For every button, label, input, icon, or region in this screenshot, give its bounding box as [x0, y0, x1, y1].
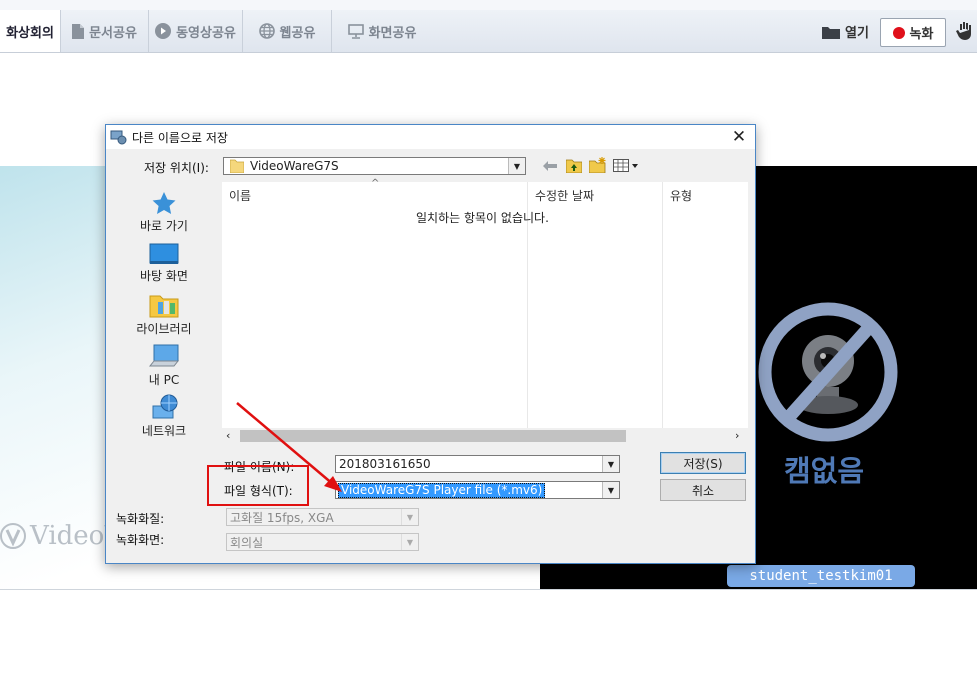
raise-hand-button[interactable] [956, 21, 974, 41]
globe-icon [258, 23, 275, 39]
scroll-left-icon[interactable]: ‹ [226, 429, 230, 442]
desktop-icon [149, 243, 179, 264]
filetype-dropdown[interactable]: VideoWareG7S Player file (*.mv6) ▼ [335, 481, 620, 499]
horizontal-scrollbar[interactable]: ‹ › [222, 428, 748, 444]
record-screen-dropdown[interactable]: 회의실 ▼ [226, 533, 419, 551]
tab-label: 웹공유 [279, 25, 316, 41]
save-button[interactable]: 저장(S) [660, 452, 746, 474]
computer-icon [148, 344, 180, 367]
stage-divider [0, 589, 977, 590]
dialog-titlebar[interactable]: 다른 이름으로 저장 ✕ [106, 125, 755, 149]
chevron-down-icon[interactable]: ▼ [401, 509, 418, 525]
column-header-name[interactable]: 이름 [229, 187, 251, 204]
new-folder-icon[interactable] [589, 157, 606, 173]
tab-label: 문서공유 [89, 25, 137, 41]
save-in-value: VideoWareG7S [250, 159, 339, 173]
tab-video-conference[interactable]: 화상회의 [0, 10, 61, 52]
close-icon[interactable]: ✕ [728, 126, 750, 148]
hand-icon [956, 22, 971, 40]
tab-label: 화상회의 [6, 25, 54, 41]
filetype-value: VideoWareG7S Player file (*.mv6) [338, 482, 546, 498]
participant-name-badge: student_testkim01 [727, 565, 915, 587]
dialog-title: 다른 이름으로 저장 [132, 131, 228, 145]
record-label: 녹화 [909, 27, 934, 42]
monitor-icon [347, 23, 364, 39]
videoware-logo-icon [0, 523, 26, 549]
no-camera-label: 캠없음 [784, 454, 865, 488]
place-this-pc[interactable]: 내 PC [121, 344, 207, 388]
save-in-label: 저장 위치(I): [144, 161, 209, 175]
filename-value: 201803161650 [339, 457, 431, 471]
place-label: 바로 가기 [140, 219, 188, 233]
sort-ascending-icon: ^ [371, 178, 380, 189]
window-top-strip [0, 0, 977, 10]
folder-icon [822, 26, 840, 39]
save-as-dialog: 다른 이름으로 저장 ✕ 저장 위치(I): VideoWareG7S ▼ 바로… [105, 124, 756, 564]
place-desktop[interactable]: 바탕 화면 [121, 243, 207, 284]
open-button[interactable]: 열기 [822, 22, 869, 41]
filename-input[interactable]: 201803161650 ▼ [335, 455, 620, 473]
main-toolbar: 화상회의 문서공유 동영상공유 웹공유 화면공유 열기 녹화 [0, 10, 977, 53]
document-icon [72, 23, 85, 39]
scrollbar-thumb[interactable] [240, 430, 626, 442]
column-header-modified[interactable]: 수정한 날짜 [535, 187, 594, 204]
record-dot-icon [892, 26, 905, 39]
network-icon [152, 394, 178, 419]
tab-label: 동영상공유 [176, 25, 236, 41]
back-icon[interactable] [543, 160, 557, 172]
tab-web-share[interactable]: 웹공유 [243, 10, 332, 52]
chevron-down-icon[interactable]: ▼ [401, 534, 418, 550]
tab-video-share[interactable]: 동영상공유 [149, 10, 243, 52]
tab-screen-share[interactable]: 화면공유 [332, 10, 432, 52]
tab-document-share[interactable]: 문서공유 [61, 10, 149, 52]
annotation-highlight-box [207, 465, 309, 506]
record-screen-label: 녹화화면: [116, 533, 165, 547]
view-menu-icon[interactable] [613, 159, 639, 172]
column-divider [662, 182, 663, 428]
chevron-down-icon[interactable]: ▼ [508, 158, 525, 174]
record-screen-value: 회의실 [230, 535, 264, 550]
quality-label: 녹화화질: [116, 512, 165, 526]
up-folder-icon[interactable] [566, 158, 582, 173]
save-in-dropdown[interactable]: VideoWareG7S ▼ [223, 157, 526, 175]
empty-message: 일치하는 항목이 없습니다. [416, 211, 549, 225]
record-button[interactable]: 녹화 [880, 18, 946, 47]
cancel-button[interactable]: 취소 [660, 479, 746, 501]
column-header-type[interactable]: 유형 [670, 187, 692, 204]
file-list[interactable]: 이름 ^ 수정한 날짜 유형 일치하는 항목이 없습니다. ‹ › [222, 178, 748, 444]
place-label: 네트워크 [141, 424, 187, 438]
dialog-app-icon [110, 130, 127, 145]
star-icon [152, 192, 176, 214]
scroll-right-icon[interactable]: › [735, 429, 739, 442]
place-quick-access[interactable]: 바로 가기 [121, 191, 207, 234]
place-network[interactable]: 네트워크 [121, 394, 207, 439]
chevron-down-icon[interactable]: ▼ [602, 456, 619, 472]
play-icon [155, 23, 172, 39]
open-label: 열기 [845, 26, 869, 41]
place-label: 바탕 화면 [140, 269, 188, 283]
library-icon [149, 295, 179, 318]
quality-dropdown[interactable]: 고화질 15fps, XGA ▼ [226, 508, 419, 526]
chevron-down-icon[interactable]: ▼ [602, 482, 619, 498]
place-label: 라이브러리 [136, 322, 192, 336]
place-label: 내 PC [148, 373, 180, 387]
folder-icon [230, 159, 244, 173]
tab-label: 화면공유 [368, 25, 417, 41]
place-libraries[interactable]: 라이브러리 [121, 293, 207, 337]
quality-value: 고화질 15fps, XGA [230, 510, 334, 525]
no-camera-icon [758, 302, 898, 442]
